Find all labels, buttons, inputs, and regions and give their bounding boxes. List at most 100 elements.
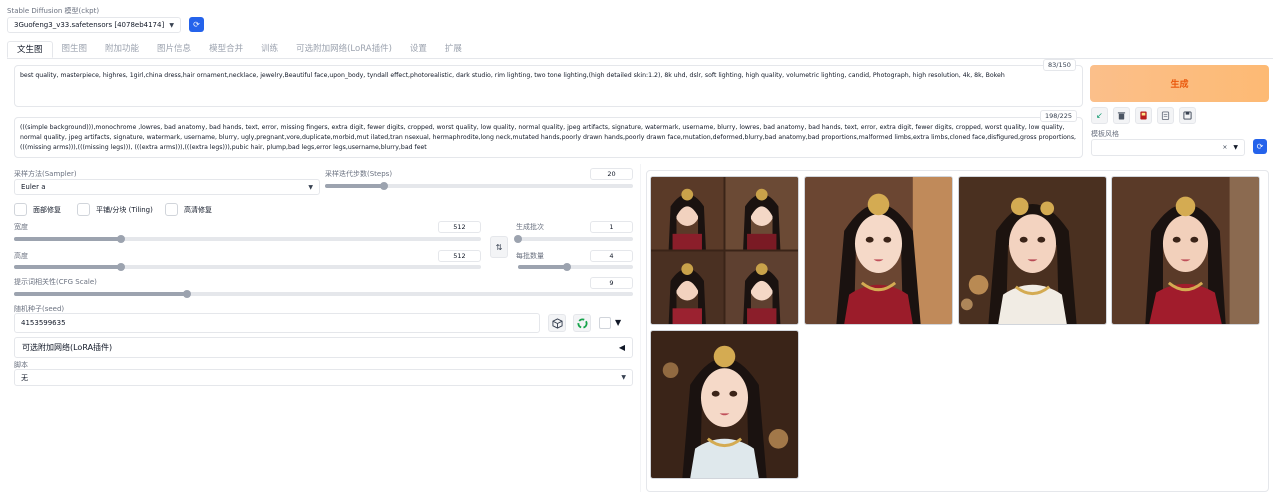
extra-seed-checkbox[interactable]: [599, 317, 611, 329]
width-slider-thumb[interactable]: [117, 234, 126, 243]
swap-icon: ⇅: [495, 242, 503, 252]
gallery-image-1[interactable]: [804, 176, 953, 325]
portrait-image: [651, 331, 798, 478]
clear-style-icon[interactable]: ×: [1222, 144, 1227, 151]
steps-label: 采样迭代步数(Steps): [325, 170, 393, 178]
refresh-model-button[interactable]: ⟳: [189, 17, 204, 32]
sampler-value: Euler a: [21, 183, 46, 191]
random-seed-button[interactable]: [548, 314, 566, 332]
reuse-seed-button[interactable]: [573, 314, 591, 332]
generate-label: 生成: [1170, 80, 1189, 90]
negative-prompt-text: (((simple background))),monochrome ,lowr…: [20, 124, 1077, 151]
chevron-down-icon: ▼: [169, 21, 174, 29]
lora-accordion-label: 可选附加网络(LoRA插件): [22, 343, 113, 352]
main-tabs: 文生图 图生图 附加功能 图片信息 模型合并 训练 可选附加网络(LoRA插件)…: [7, 41, 1273, 59]
steps-slider[interactable]: [325, 181, 633, 190]
extra-seed-toggle-icon[interactable]: ▼: [615, 318, 621, 327]
height-label: 高度: [14, 252, 28, 260]
refresh-icon: ⟳: [1256, 142, 1264, 151]
negative-prompt-token-counter: 198/225: [1040, 110, 1078, 122]
script-value: 无: [21, 373, 28, 382]
save-style-button[interactable]: [1179, 107, 1196, 124]
gallery-image-3[interactable]: [1111, 176, 1260, 325]
model-label: Stable Diffusion 模型(ckpt): [7, 7, 100, 15]
generate-button[interactable]: 生成: [1090, 65, 1269, 102]
tab-lora[interactable]: 可选附加网络(LoRA插件): [287, 41, 401, 58]
tiling-option[interactable]: 平铺/分块 (Tiling): [77, 203, 153, 216]
width-label: 宽度: [14, 223, 28, 231]
width-slider[interactable]: [14, 234, 481, 243]
batch-size-slider[interactable]: [518, 262, 633, 271]
width-input[interactable]: 512: [438, 221, 481, 233]
height-slider-thumb[interactable]: [117, 262, 126, 271]
apply-style-button[interactable]: [1157, 107, 1174, 124]
cfg-slider-thumb[interactable]: [183, 289, 192, 298]
tab-settings[interactable]: 设置: [401, 41, 436, 58]
gallery-image-grid[interactable]: [650, 176, 799, 325]
seed-value: 4153599635: [21, 319, 66, 327]
red-card-icon: [1140, 111, 1147, 120]
recycle-icon: [576, 317, 588, 329]
chevron-down-icon: ▼: [1233, 144, 1238, 151]
prompt-text: best quality, masterpiece, highres, 1gir…: [20, 72, 1005, 79]
negative-prompt-textarea[interactable]: (((simple background))),monochrome ,lowr…: [14, 117, 1083, 158]
model-select[interactable]: 3Guofeng3_v33.safetensors [4078eb4174] ▼: [7, 17, 181, 33]
width-slider-fill: [14, 237, 122, 241]
portrait-image: [805, 177, 952, 324]
model-select-value: 3Guofeng3_v33.safetensors [4078eb4174]: [14, 21, 165, 29]
batch-count-label: 生成批次: [516, 223, 544, 231]
batch-count-slider[interactable]: [514, 234, 633, 243]
face-restore-option[interactable]: 面部修复: [14, 203, 61, 216]
trash-icon: [1117, 112, 1126, 120]
tab-extensions[interactable]: 扩展: [436, 41, 471, 58]
steps-input[interactable]: 20: [590, 168, 633, 180]
tiling-checkbox[interactable]: [77, 203, 90, 216]
steps-slider-thumb[interactable]: [379, 181, 388, 190]
refresh-icon: ⟳: [193, 20, 200, 29]
tab-img2img[interactable]: 图生图: [53, 41, 97, 58]
batch-size-label: 每批数量: [516, 252, 544, 260]
chevron-down-icon: ▼: [308, 183, 313, 191]
batch-size-slider-fill: [518, 265, 568, 269]
tab-train[interactable]: 训练: [252, 41, 287, 58]
style-select[interactable]: × ▼: [1091, 139, 1245, 156]
height-slider-fill: [14, 265, 122, 269]
chevron-down-icon: ▼: [621, 374, 626, 381]
portrait-image: [1112, 177, 1259, 324]
refresh-style-button[interactable]: ⟳: [1253, 139, 1267, 154]
sampler-select[interactable]: Euler a ▼: [14, 179, 320, 195]
collapse-arrow-icon: ◀: [618, 343, 625, 352]
lora-accordion[interactable]: 可选附加网络(LoRA插件) ◀: [14, 337, 633, 358]
batch-size-slider-thumb[interactable]: [563, 262, 572, 271]
dice-icon: [551, 317, 563, 329]
tab-merge[interactable]: 模型合并: [200, 41, 252, 58]
height-slider[interactable]: [14, 262, 481, 271]
gallery-image-4[interactable]: [650, 330, 799, 479]
batch-size-input[interactable]: 4: [590, 250, 633, 262]
height-input[interactable]: 512: [438, 250, 481, 262]
seed-input[interactable]: 4153599635: [14, 313, 540, 333]
gallery-image-2[interactable]: [958, 176, 1107, 325]
cfg-input[interactable]: 9: [590, 277, 633, 289]
clear-prompt-button[interactable]: [1113, 107, 1130, 124]
face-restore-checkbox[interactable]: [14, 203, 27, 216]
extra-networks-button[interactable]: [1135, 107, 1152, 124]
read-params-button[interactable]: ↙: [1091, 107, 1108, 124]
style-label: 模板风格: [1091, 130, 1119, 138]
batch-count-slider-thumb[interactable]: [514, 234, 522, 243]
save-icon: [1183, 111, 1192, 120]
hires-fix-option[interactable]: 高清修复: [165, 203, 212, 216]
tab-txt2img[interactable]: 文生图: [7, 41, 53, 58]
tab-extras[interactable]: 附加功能: [96, 41, 148, 58]
portrait-image: [959, 177, 1106, 324]
prompt-token-counter: 83/150: [1043, 59, 1076, 71]
tab-png-info[interactable]: 图片信息: [148, 41, 200, 58]
batch-count-input[interactable]: 1: [590, 221, 633, 233]
cfg-slider[interactable]: [14, 289, 633, 298]
tiling-label: 平铺/分块 (Tiling): [96, 205, 153, 214]
hires-fix-checkbox[interactable]: [165, 203, 178, 216]
swap-dimensions-button[interactable]: ⇅: [490, 236, 508, 258]
prompt-textarea[interactable]: best quality, masterpiece, highres, 1gir…: [14, 65, 1083, 107]
script-select[interactable]: 无 ▼: [14, 369, 633, 386]
sampler-label: 采样方法(Sampler): [14, 170, 77, 178]
